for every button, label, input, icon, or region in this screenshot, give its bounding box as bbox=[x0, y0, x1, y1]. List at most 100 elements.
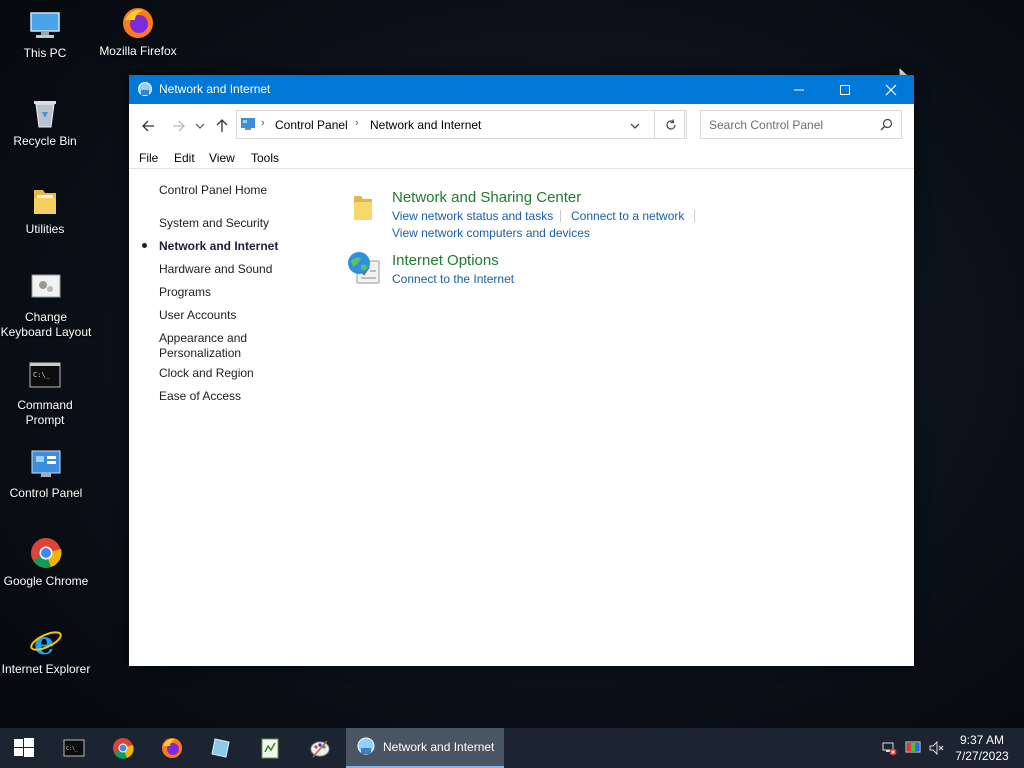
desktop-icon-firefox[interactable]: Mozilla Firefox bbox=[90, 6, 186, 59]
desktop-icon-control-panel[interactable]: Control Panel bbox=[0, 448, 94, 501]
desktop-icon-label: Internet Explorer bbox=[1, 662, 91, 676]
computer-icon bbox=[28, 8, 62, 42]
nav-programs[interactable]: Programs bbox=[159, 285, 211, 300]
menu-tools[interactable]: Tools bbox=[251, 151, 279, 165]
desktop-icon-label: This PC bbox=[23, 46, 67, 60]
desktop-icon-label: Recycle Bin bbox=[13, 134, 77, 148]
nav-user-accounts[interactable]: User Accounts bbox=[159, 308, 236, 323]
desktop-icon-recycle-bin[interactable]: Recycle Bin bbox=[0, 96, 93, 149]
search-icon[interactable] bbox=[880, 118, 893, 136]
chevron-down-icon bbox=[195, 123, 205, 129]
link-separator bbox=[694, 210, 695, 222]
control-panel-window: Network and Internet › Control Panel › N… bbox=[129, 75, 914, 666]
chevron-down-icon bbox=[630, 123, 640, 129]
recycle-bin-icon bbox=[28, 96, 62, 130]
connect-to-internet-link[interactable]: Connect to the Internet bbox=[392, 272, 514, 286]
nav-system-and-security[interactable]: System and Security bbox=[159, 216, 269, 231]
system-clock[interactable]: 9:37 AM 7/27/2023 bbox=[944, 732, 1020, 764]
display-color-icon[interactable] bbox=[905, 740, 921, 756]
svg-text:e: e bbox=[34, 624, 54, 658]
internet-options-icon bbox=[347, 251, 381, 290]
desktop-icon-label: Control Panel bbox=[9, 486, 83, 500]
clock-time: 9:37 AM bbox=[959, 733, 1005, 747]
back-button[interactable] bbox=[139, 116, 159, 136]
taskbar: C:\_ Network and Internet 9:37 AM 7/27/2… bbox=[0, 728, 1024, 768]
taskbar-app-notepad[interactable] bbox=[197, 728, 245, 768]
minimize-button[interactable] bbox=[776, 75, 822, 104]
desktop-icon-label: Utilities bbox=[25, 222, 65, 236]
address-dropdown-button[interactable] bbox=[629, 119, 641, 137]
network-icon bbox=[357, 737, 375, 755]
svg-text:C:\_: C:\_ bbox=[66, 746, 79, 752]
nav-hardware-and-sound[interactable]: Hardware and Sound bbox=[159, 262, 272, 277]
network-sharing-center-title[interactable]: Network and Sharing Center bbox=[392, 189, 581, 206]
chrome-icon bbox=[113, 738, 134, 759]
control-panel-icon bbox=[29, 448, 63, 482]
search-input[interactable] bbox=[701, 111, 879, 138]
arrow-left-icon bbox=[142, 120, 154, 132]
nav-network-and-internet[interactable]: Network and Internet bbox=[159, 239, 278, 254]
taskbar-app-paint[interactable] bbox=[296, 728, 344, 768]
desktop-icon-utilities[interactable]: Utilities bbox=[0, 184, 93, 237]
desktop-icon-this-pc[interactable]: This PC bbox=[0, 8, 93, 61]
taskbar-firefox[interactable] bbox=[148, 728, 196, 768]
menu-view[interactable]: View bbox=[209, 151, 235, 165]
breadcrumb-separator[interactable]: › bbox=[355, 117, 359, 129]
network-status-icon[interactable] bbox=[881, 740, 897, 756]
internet-options-title[interactable]: Internet Options bbox=[392, 252, 499, 269]
taskbar-app-editor[interactable] bbox=[246, 728, 294, 768]
window-title: Network and Internet bbox=[159, 82, 271, 96]
taskbar-network-and-internet[interactable]: Network and Internet bbox=[346, 728, 504, 768]
close-button[interactable] bbox=[868, 75, 914, 104]
navigation-bar: › Control Panel › Network and Internet bbox=[129, 104, 914, 148]
network-icon bbox=[137, 81, 153, 97]
desktop-icon-command-prompt[interactable]: C:\_ Command Prompt bbox=[0, 360, 93, 428]
desktop-icon-change-keyboard-layout[interactable]: Change Keyboard Layout bbox=[0, 272, 94, 340]
clock-date: 7/27/2023 bbox=[955, 749, 1009, 763]
menu-file[interactable]: File bbox=[139, 151, 158, 165]
keyboard-settings-icon bbox=[29, 272, 63, 306]
up-button[interactable] bbox=[212, 116, 232, 136]
firefox-icon bbox=[121, 6, 155, 40]
refresh-icon bbox=[666, 119, 676, 130]
view-network-computers-link[interactable]: View network computers and devices bbox=[392, 226, 590, 240]
title-bar[interactable]: Network and Internet bbox=[129, 75, 914, 104]
desktop-icon-chrome[interactable]: Google Chrome bbox=[0, 536, 94, 589]
desktop-icon-label: Change Keyboard Layout bbox=[0, 310, 92, 339]
nav-appearance-and-personalization[interactable]: Appearance and Personalization bbox=[159, 331, 269, 361]
desktop-icon-label: Mozilla Firefox bbox=[99, 44, 177, 58]
notepad-icon bbox=[211, 738, 230, 758]
breadcrumb-separator[interactable]: › bbox=[261, 117, 265, 129]
link-separator bbox=[560, 210, 561, 222]
desktop-icon-label: Command Prompt bbox=[17, 398, 73, 427]
paint-icon bbox=[310, 740, 330, 758]
network-sharing-folder-icon bbox=[351, 192, 375, 227]
command-prompt-icon: C:\_ bbox=[28, 360, 62, 394]
control-panel-home-link[interactable]: Control Panel Home bbox=[159, 183, 267, 198]
windows-logo-icon bbox=[14, 738, 34, 757]
breadcrumb-control-panel[interactable]: Control Panel bbox=[275, 118, 348, 132]
connect-to-network-link[interactable]: Connect to a network bbox=[571, 209, 684, 223]
active-bullet bbox=[142, 243, 147, 248]
control-panel-icon bbox=[240, 116, 256, 132]
menu-edit[interactable]: Edit bbox=[174, 151, 195, 165]
volume-muted-icon[interactable] bbox=[928, 740, 944, 756]
taskbar-command-prompt[interactable]: C:\_ bbox=[50, 728, 98, 768]
taskbar-item-label: Network and Internet bbox=[383, 740, 495, 754]
nav-clock-and-region[interactable]: Clock and Region bbox=[159, 366, 254, 381]
arrow-up-icon bbox=[216, 119, 228, 132]
refresh-button[interactable] bbox=[654, 110, 687, 139]
view-network-status-link[interactable]: View network status and tasks bbox=[392, 209, 553, 223]
forward-button[interactable] bbox=[168, 116, 188, 136]
address-bar[interactable]: › Control Panel › Network and Internet bbox=[236, 110, 685, 139]
recent-locations-button[interactable] bbox=[193, 116, 207, 136]
taskbar-chrome[interactable] bbox=[99, 728, 147, 768]
maximize-button[interactable] bbox=[822, 75, 868, 104]
start-button[interactable] bbox=[0, 728, 48, 768]
desktop-icon-internet-explorer[interactable]: e Internet Explorer bbox=[0, 624, 94, 677]
breadcrumb-network-and-internet[interactable]: Network and Internet bbox=[370, 118, 481, 132]
chrome-icon bbox=[29, 536, 63, 570]
command-prompt-icon: C:\_ bbox=[63, 739, 85, 757]
nav-ease-of-access[interactable]: Ease of Access bbox=[159, 389, 241, 404]
search-box bbox=[700, 110, 902, 139]
